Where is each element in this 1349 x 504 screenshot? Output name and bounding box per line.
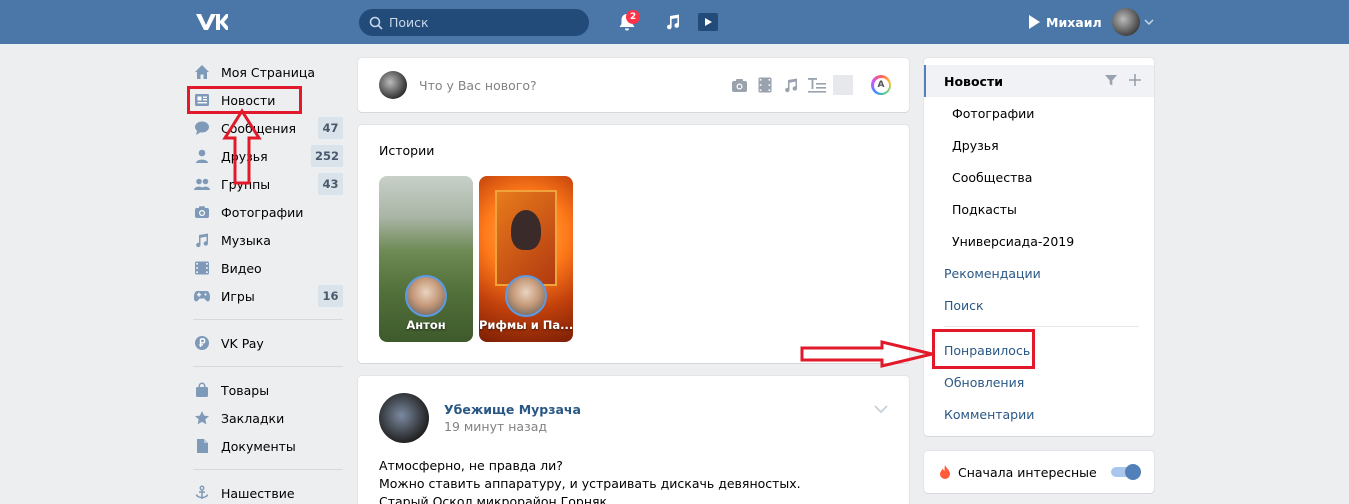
menu-item-friends[interactable]: Друзья	[924, 129, 1154, 161]
menu-actions	[1096, 73, 1144, 89]
document-icon	[193, 437, 211, 455]
story-name: Антон	[406, 318, 446, 332]
friends-count: 252	[310, 145, 343, 167]
nav-games[interactable]: Игры 16	[190, 282, 345, 310]
nav-video[interactable]: Видео	[190, 254, 345, 282]
nav-music[interactable]: Музыка	[190, 226, 345, 254]
post-composer[interactable]: Что у Вас нового? A	[358, 58, 909, 112]
video-icon	[193, 259, 211, 277]
left-navigation: Моя Страница Новости Сообщения 47 Друзья…	[190, 58, 345, 504]
menu-item-photos[interactable]: Фотографии	[924, 97, 1154, 129]
nav-vkpay[interactable]: VK Pay	[190, 329, 345, 357]
post-text-line: Можно ставить аппаратуру, и устраивать д…	[379, 476, 801, 491]
vk-logo-icon[interactable]	[194, 12, 228, 32]
filter-icon[interactable]	[1104, 73, 1120, 89]
anchor-icon	[193, 484, 211, 502]
chevron-down-icon[interactable]	[873, 404, 889, 414]
ruble-icon	[193, 334, 211, 352]
music-icon[interactable]	[781, 75, 801, 95]
notifications-badge: 2	[626, 10, 640, 24]
avatar[interactable]	[1111, 8, 1140, 36]
story-avatar	[405, 275, 447, 317]
music-icon[interactable]	[664, 13, 682, 31]
user-menu[interactable]: Михаил	[1026, 8, 1154, 36]
annotation-up-arrow	[222, 108, 262, 185]
nav-bookmarks[interactable]: Закладки	[190, 404, 345, 432]
post-text-line: Атмосферно, не правда ли?	[379, 458, 563, 473]
home-icon	[193, 63, 211, 81]
menu-item-communities[interactable]: Сообщества	[924, 161, 1154, 193]
menu-item-news[interactable]: Новости	[924, 65, 1154, 97]
games-count: 16	[318, 285, 343, 307]
friends-icon	[193, 147, 211, 165]
news-filter-menu: Новости Фотографии Друзья Сообщества Под…	[924, 58, 1154, 436]
annotation-right-arrow	[800, 340, 933, 368]
groups-icon	[193, 175, 211, 193]
camera-icon	[193, 203, 211, 221]
composer-placeholder[interactable]: Что у Вас нового?	[419, 78, 723, 93]
nav-documents[interactable]: Документы	[190, 432, 345, 460]
story-card[interactable]: Рифмы и Па...	[479, 176, 573, 342]
feed-post: Убежище Мурзача 19 минут назад Атмосферн…	[358, 376, 909, 504]
messages-icon	[193, 119, 211, 137]
story-name: Рифмы и Па...	[479, 318, 573, 332]
play-icon[interactable]	[1026, 14, 1042, 30]
menu-item-universiade[interactable]: Универсиада-2019	[924, 225, 1154, 257]
user-name[interactable]: Михаил	[1046, 15, 1102, 30]
menu-item-comments[interactable]: Комментарии	[924, 398, 1154, 430]
nav-groups[interactable]: Группы 43	[190, 170, 345, 198]
annotation-box-liked	[932, 329, 1035, 369]
search-input[interactable]	[389, 15, 579, 30]
tools-divider	[833, 75, 853, 95]
menu-item-search[interactable]: Поиск	[924, 289, 1154, 321]
nav-divider	[193, 366, 343, 367]
bag-icon	[193, 381, 211, 399]
nav-friends[interactable]: Друзья 252	[190, 142, 345, 170]
menu-item-recommendations[interactable]: Рекомендации	[924, 257, 1154, 289]
toggle-switch[interactable]	[1111, 464, 1141, 480]
post-author-name[interactable]: Убежище Мурзача	[444, 402, 581, 417]
chevron-down-icon[interactable]	[1144, 17, 1154, 27]
nav-messages[interactable]: Сообщения 47	[190, 114, 345, 142]
author-badge-icon[interactable]: A	[871, 75, 891, 95]
fire-icon	[940, 465, 950, 479]
plus-icon[interactable]	[1128, 73, 1144, 89]
star-icon	[193, 409, 211, 427]
article-icon[interactable]	[807, 75, 827, 95]
story-avatar	[505, 275, 547, 317]
nav-photos[interactable]: Фотографии	[190, 198, 345, 226]
messages-count: 47	[318, 117, 343, 139]
post-text-line: Старый Оскол микрорайон Горняк	[379, 494, 608, 504]
nav-goods[interactable]: Товары	[190, 376, 345, 404]
interesting-first-label: Сначала интересные	[958, 464, 1097, 480]
top-header: 2 Михаил	[0, 0, 1349, 44]
avatar	[379, 71, 407, 99]
search-icon	[369, 16, 383, 30]
nav-divider	[193, 319, 343, 320]
story-cover-image	[495, 190, 557, 286]
player-icon[interactable]	[695, 12, 719, 32]
post-author-avatar[interactable]	[379, 393, 429, 443]
video-icon[interactable]	[755, 75, 775, 95]
menu-item-updates[interactable]: Обновления	[924, 366, 1154, 398]
menu-item-podcasts[interactable]: Подкасты	[924, 193, 1154, 225]
interesting-first-toggle[interactable]: Сначала интересные	[924, 451, 1154, 493]
post-text: Атмосферно, не правда ли? Можно ставить …	[379, 457, 801, 504]
stories-title: Истории	[379, 143, 435, 158]
groups-count: 43	[318, 173, 343, 195]
post-time[interactable]: 19 минут назад	[444, 419, 547, 434]
composer-tools: A	[723, 75, 891, 95]
stories-block: Истории Антон Рифмы и Па...	[358, 125, 909, 363]
camera-icon[interactable]	[729, 75, 749, 95]
search-box[interactable]	[359, 9, 589, 36]
nav-divider	[193, 469, 343, 470]
music-icon	[193, 231, 211, 249]
menu-divider	[944, 326, 1139, 327]
nav-nashestvie[interactable]: Нашествие	[190, 479, 345, 504]
nav-my-page[interactable]: Моя Страница	[190, 58, 345, 86]
gamepad-icon	[193, 287, 211, 305]
story-card[interactable]: Антон	[379, 176, 473, 342]
